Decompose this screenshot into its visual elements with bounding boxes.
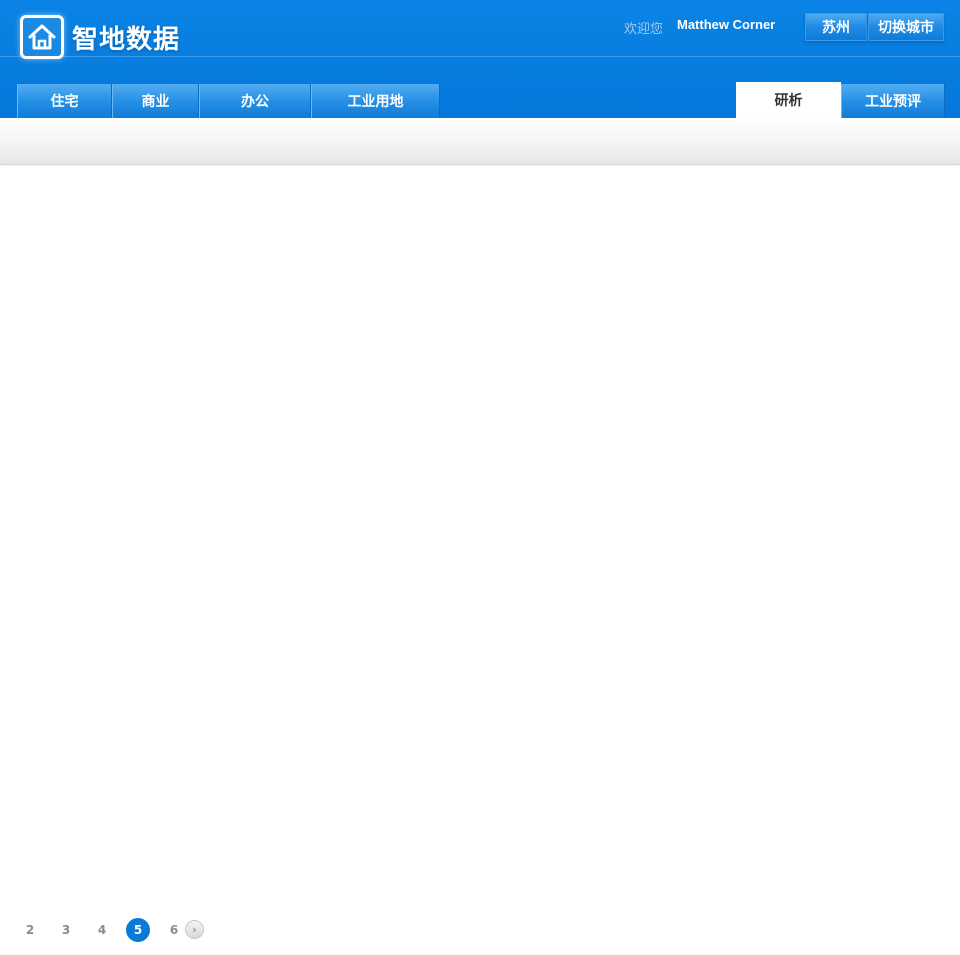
tab-office[interactable]: 办公 (199, 84, 311, 118)
page-6[interactable]: 6 (162, 918, 186, 942)
tab-commercial[interactable]: 商业 (112, 84, 199, 118)
tab-residential[interactable]: 住宅 (17, 84, 112, 118)
page-4[interactable]: 4 (90, 918, 114, 942)
sub-toolbar (0, 118, 960, 165)
welcome-text: 欢迎您 (624, 22, 664, 37)
logo-text: 智地数据 (72, 24, 181, 55)
house-icon (20, 15, 64, 59)
page-5-current[interactable]: 5 (126, 918, 150, 942)
current-city-button[interactable]: 苏州 (805, 13, 867, 41)
tab-industrial-land[interactable]: 工业用地 (311, 84, 440, 118)
page-3[interactable]: 3 (54, 918, 78, 942)
chevron-right-icon[interactable]: › (185, 920, 204, 939)
tab-research[interactable]: 研析 (736, 82, 841, 118)
page-2[interactable]: 2 (18, 918, 42, 942)
switch-city-button[interactable]: 切换城市 (868, 13, 944, 41)
logo[interactable]: 智地数据 (20, 15, 180, 59)
top-header: 智地数据 欢迎您 Matthew Corner 苏州 切换城市 住宅 商业 办公… (0, 0, 960, 118)
user-name[interactable]: Matthew Corner (677, 17, 775, 32)
tab-industrial-assessment[interactable]: 工业预评 (841, 84, 945, 118)
